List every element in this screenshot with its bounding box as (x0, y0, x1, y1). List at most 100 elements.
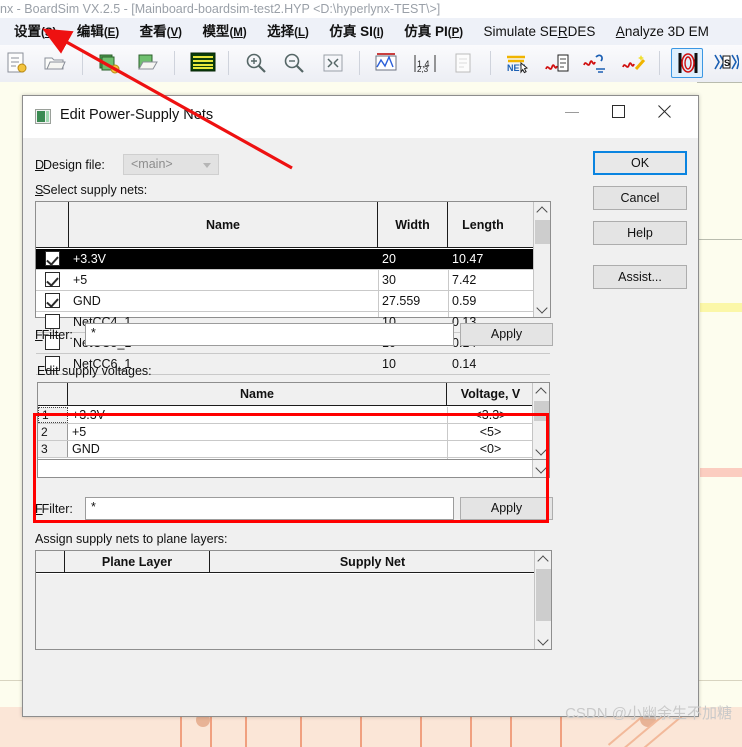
toolbar-separator (228, 51, 230, 75)
menu-item-simulate-si[interactable]: 仿真 SI(I) (321, 18, 391, 45)
column-header-checkbox[interactable] (36, 202, 69, 247)
column-header-plane-layer[interactable]: Plane Layer (65, 551, 210, 572)
cell-name[interactable]: +3.3V (72, 408, 442, 422)
filter-bottom-apply-button[interactable]: Apply (460, 497, 553, 520)
column-header-width[interactable]: Width (378, 202, 448, 247)
open-stack-icon[interactable] (132, 48, 164, 78)
select-supply-nets-label: SSelect supply nets: (35, 183, 148, 197)
row-checkbox[interactable] (45, 272, 60, 287)
app-title-bar: nx - BoardSim VX.2.5 - [Mainboard-boards… (0, 0, 742, 18)
scroll-down-icon[interactable] (534, 300, 550, 317)
open-folder-icon[interactable] (39, 48, 71, 78)
plane-layers-scrollbar[interactable] (534, 551, 551, 649)
cell-rownum[interactable]: 1 (38, 407, 68, 423)
filter-top-apply-button[interactable]: Apply (460, 323, 553, 346)
edit-supply-voltages-label: Edit supply voltages: (37, 364, 152, 378)
menu-item-analyze-3d-em[interactable]: Analyze 3D EM (608, 18, 717, 45)
cell-name[interactable]: GND (72, 442, 442, 456)
column-header-blank[interactable] (36, 551, 65, 572)
filter-top-input[interactable]: * (85, 323, 454, 346)
table-row[interactable]: GND 27.559 0.59 (36, 291, 550, 312)
new-design-icon[interactable] (1, 48, 33, 78)
table-row[interactable]: 2 +5 <5> (38, 424, 549, 441)
cell-name: GND (73, 294, 101, 308)
scrollbar-thumb[interactable] (534, 401, 549, 421)
column-header-voltage[interactable]: Voltage, V (447, 383, 534, 405)
report-icon[interactable] (447, 48, 479, 78)
supply-nets-scrollbar[interactable] (533, 202, 550, 317)
supply-voltages-grid[interactable]: Name Voltage, V 1 +3.3V <3.3> 2 +5 <5> 3… (37, 382, 550, 460)
scroll-down-icon[interactable] (533, 460, 549, 477)
save-stack-icon[interactable] (93, 48, 125, 78)
cell-length: 0.59 (452, 294, 477, 308)
stackup-icon[interactable] (186, 48, 218, 78)
supply-nets-grid[interactable]: Name Width Length +3.3V 20 10.47 +5 30 7… (35, 201, 551, 375)
assist-button[interactable]: Assist... (593, 265, 687, 289)
menu-item-select[interactable]: 选择(L) (259, 18, 317, 45)
scrollbar-thumb[interactable] (535, 220, 550, 244)
scroll-down-icon[interactable] (533, 442, 549, 459)
help-button[interactable]: Help (593, 221, 687, 245)
app-title-text: nx - BoardSim VX.2.5 - [Mainboard-boards… (0, 2, 441, 16)
scroll-up-icon[interactable] (533, 383, 549, 400)
ac-source-icon[interactable] (578, 48, 610, 78)
app-toolbar[interactable]: 1,4 2,3 NET S (0, 45, 742, 83)
menu-item-simulate-pi[interactable]: 仿真 PI(P) (396, 18, 471, 45)
scroll-up-icon[interactable] (534, 202, 550, 219)
probe-icon[interactable] (540, 48, 572, 78)
table-row[interactable]: +5 30 7.42 (36, 270, 550, 291)
wizard-icon[interactable] (617, 48, 649, 78)
net-select-icon[interactable]: NET (501, 48, 533, 78)
close-icon[interactable] (642, 96, 688, 126)
menu-item-model[interactable]: 模型(M) (194, 18, 254, 45)
column-header-name[interactable]: Name (69, 202, 378, 247)
menu-item-view[interactable]: 查看(V) (132, 18, 190, 45)
cell-voltage[interactable]: <0> (447, 442, 534, 456)
cell-length: 7.42 (452, 273, 477, 287)
cell-voltage[interactable]: <3.3> (447, 408, 534, 422)
row-checkbox[interactable] (45, 293, 60, 308)
design-file-value: <main> (131, 157, 173, 171)
design-file-label: DDesign file: (35, 158, 105, 172)
maximize-icon[interactable] (596, 96, 642, 126)
supply-voltages-scrollbar[interactable] (532, 383, 549, 459)
scroll-up-icon[interactable] (535, 551, 551, 568)
s-parameter-icon[interactable]: S (709, 48, 741, 78)
menu-item-simulate-serdes[interactable]: Simulate SERDES (476, 18, 604, 45)
cancel-button[interactable]: Cancel (593, 186, 687, 210)
cell-name: +5 (73, 273, 88, 287)
column-header-rownum[interactable] (38, 383, 68, 405)
plane-layers-grid[interactable]: Plane Layer Supply Net (35, 550, 552, 650)
minimize-icon[interactable] (550, 96, 596, 126)
menu-item-edit[interactable]: 编辑(E) (69, 18, 127, 45)
eye-diagram-icon[interactable] (670, 48, 703, 78)
row-checkbox[interactable] (45, 314, 60, 329)
column-header-length[interactable]: Length (448, 202, 518, 247)
scroll-down-icon[interactable] (535, 632, 551, 649)
zoom-in-icon[interactable] (240, 48, 272, 78)
zoom-out-icon[interactable] (278, 48, 310, 78)
table-row[interactable]: 3 GND <0> (38, 441, 549, 458)
table-row[interactable]: 1 +3.3V <3.3> (38, 407, 549, 424)
zoom-fit-icon[interactable] (317, 48, 349, 78)
ok-button[interactable]: OK (593, 151, 687, 175)
menu-item-settings[interactable]: 设置(S) (0, 18, 64, 45)
cell-rownum[interactable]: 3 (38, 441, 68, 457)
scrollbar-thumb[interactable] (536, 569, 551, 621)
dialog-title: Edit Power-Supply Nets (60, 107, 214, 123)
waveform-icon[interactable] (370, 48, 402, 78)
plane-layers-empty-body[interactable] (36, 574, 534, 649)
supply-voltages-scroll-footer[interactable] (532, 460, 549, 477)
filter-bottom-input[interactable]: * (85, 497, 454, 520)
cell-width: 30 (382, 273, 396, 287)
design-file-combo[interactable]: <main> (123, 154, 219, 175)
row-checkbox[interactable] (45, 251, 60, 266)
cell-voltage[interactable]: <5> (447, 425, 534, 439)
column-header-name[interactable]: Name (68, 383, 447, 405)
column-header-supply-net[interactable]: Supply Net (210, 551, 535, 572)
app-menu-bar[interactable]: 设置(S) 编辑(E) 查看(V) 模型(M) 选择(L) 仿真 SI(I) 仿… (0, 18, 742, 46)
table-row[interactable]: +3.3V 20 10.47 (36, 249, 550, 270)
cell-rownum[interactable]: 2 (38, 424, 68, 440)
cell-name[interactable]: +5 (72, 425, 442, 439)
values-icon[interactable]: 1,4 2,3 (409, 48, 441, 78)
